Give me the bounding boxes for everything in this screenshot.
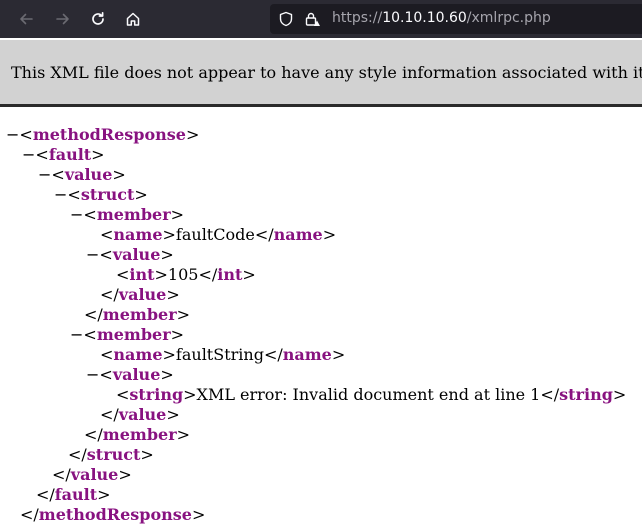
collapse-toggle[interactable]: −	[86, 365, 99, 384]
xml-tag: fault	[54, 485, 98, 504]
xml-text-value: faultCode	[175, 225, 255, 244]
back-button[interactable]	[14, 7, 38, 31]
xml-tag: member	[96, 325, 171, 344]
xml-tag: value	[64, 165, 113, 184]
collapse-toggle[interactable]: −	[22, 145, 35, 164]
xml-tag: int	[217, 265, 243, 284]
collapse-toggle[interactable]: −	[6, 125, 19, 144]
xml-tag: member	[102, 305, 177, 324]
arrow-left-icon	[20, 13, 33, 25]
xml-line-int: <int>105</int>	[116, 265, 256, 284]
xml-tag: value	[70, 465, 119, 484]
home-icon	[126, 12, 140, 26]
xml-tag: struct	[86, 445, 141, 464]
xml-tag: string	[129, 385, 184, 404]
xml-tag: name	[113, 225, 163, 244]
url-host: 10.10.10.60	[382, 10, 467, 26]
browser-toolbar: https://10.10.10.60/xmlrpc.php	[0, 0, 642, 38]
xml-tag: methodResponse	[32, 125, 186, 144]
xml-tag: name	[282, 345, 332, 364]
xml-line-name: <name>faultString</name>	[100, 345, 346, 364]
xml-line-name: <name>faultCode</name>	[100, 225, 337, 244]
xml-line-member-close: </member>	[84, 305, 191, 324]
xml-tag: struct	[80, 185, 135, 204]
xml-text-value: XML error: Invalid document end at line …	[196, 385, 541, 404]
xml-tag: int	[129, 265, 155, 284]
url-path: /xmlrpc.php	[466, 10, 551, 26]
xml-tag: string	[559, 385, 613, 404]
url-scheme: https://	[332, 10, 383, 26]
xml-line-fault-open: −<fault>	[22, 145, 105, 164]
xml-line-member-open: −<member>	[70, 205, 185, 224]
xml-tag: value	[112, 365, 161, 384]
xml-tag: value	[118, 285, 167, 304]
xml-line-member-open: −<member>	[70, 325, 185, 344]
xml-tag: methodResponse	[38, 505, 192, 524]
xml-line-string: <string>XML error: Invalid document end …	[116, 385, 627, 404]
home-button[interactable]	[121, 7, 145, 31]
arrow-right-icon	[56, 13, 69, 25]
lock-warning-icon[interactable]	[304, 11, 320, 27]
collapse-toggle[interactable]: −	[70, 325, 83, 344]
xml-text-value: 105	[167, 265, 199, 284]
xml-line-value-close: </value>	[100, 405, 180, 424]
xml-tag: member	[96, 205, 171, 224]
xml-info-message: This XML file does not appear to have an…	[11, 63, 642, 82]
xml-line-struct-open: −<struct>	[54, 185, 148, 204]
xml-tag: fault	[48, 145, 92, 164]
url-text[interactable]: https://10.10.10.60/xmlrpc.php	[332, 10, 551, 26]
collapse-toggle[interactable]: −	[54, 185, 67, 204]
xml-line-value-open: −<value>	[38, 165, 126, 184]
xml-line-methodresponse-open: −<methodResponse>	[6, 125, 200, 144]
banner-divider	[0, 104, 642, 107]
xml-tag: member	[102, 425, 177, 444]
xml-line-fault-close: </fault>	[36, 485, 111, 504]
xml-line-methodresponse-close: </methodResponse>	[20, 505, 206, 524]
xml-tag: name	[273, 225, 323, 244]
xml-line-struct-close: </struct>	[68, 445, 154, 464]
xml-info-banner: This XML file does not appear to have an…	[0, 38, 642, 106]
xml-line-value-open: −<value>	[86, 365, 174, 384]
collapse-toggle[interactable]: −	[86, 245, 99, 264]
xml-text-value: faultString	[175, 345, 264, 364]
xml-tag: name	[113, 345, 163, 364]
reload-button[interactable]	[86, 7, 110, 31]
collapse-toggle[interactable]: −	[38, 165, 51, 184]
xml-tag: value	[112, 245, 161, 264]
xml-line-value-open: −<value>	[86, 245, 174, 264]
collapse-toggle[interactable]: −	[70, 205, 83, 224]
forward-button[interactable]	[51, 7, 75, 31]
xml-line-value-close: </value>	[52, 465, 132, 484]
xml-line-value-close: </value>	[100, 285, 180, 304]
xml-tag: value	[118, 405, 167, 424]
address-bar[interactable]: https://10.10.10.60/xmlrpc.php	[270, 4, 642, 34]
shield-icon[interactable]	[278, 11, 294, 27]
reload-icon	[92, 11, 104, 25]
xml-line-member-close: </member>	[84, 425, 191, 444]
